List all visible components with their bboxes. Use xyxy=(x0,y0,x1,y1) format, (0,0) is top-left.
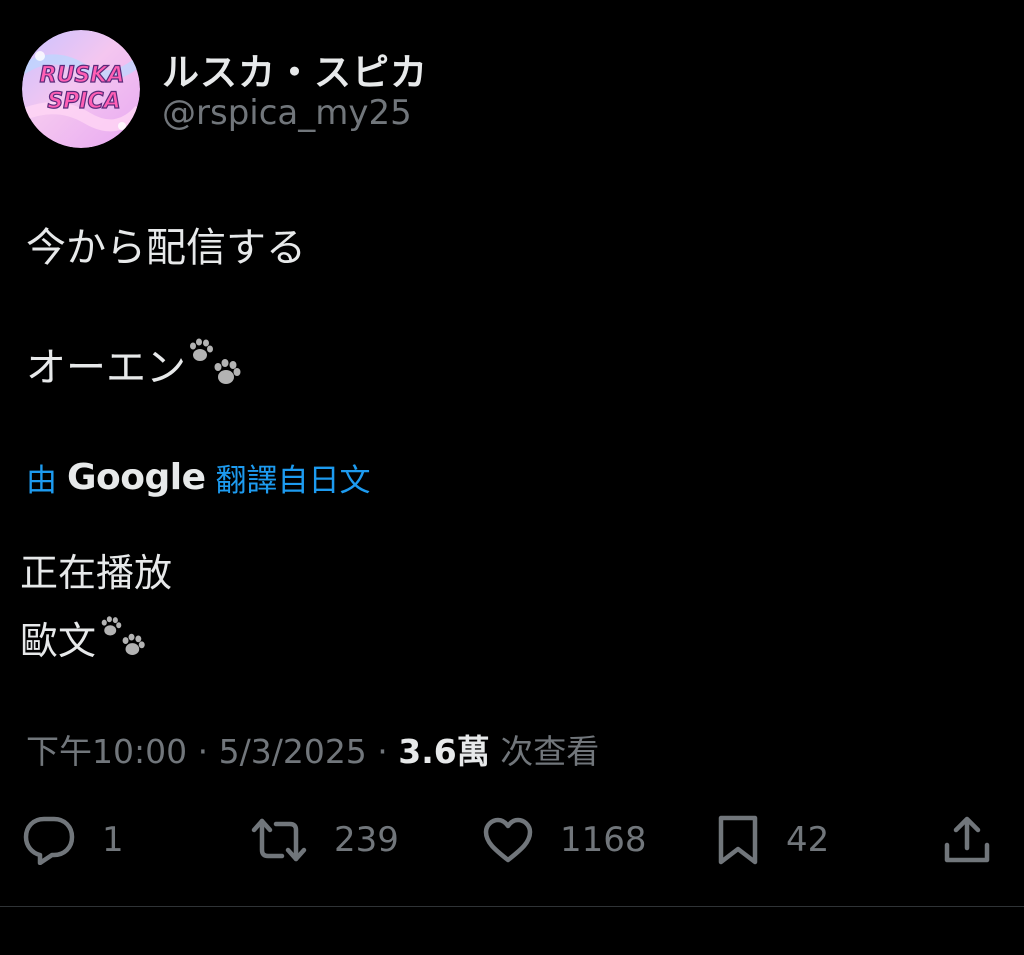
paw-prints-icon xyxy=(186,337,244,391)
views-count: 3.6萬 xyxy=(398,732,490,771)
meta-separator: · xyxy=(187,732,219,771)
avatar[interactable]: RUSKA SPICA xyxy=(22,30,140,148)
tweet-text-line-2-text: オーエン xyxy=(26,345,186,391)
action-bar: 1 239 1168 42 xyxy=(0,800,1024,880)
retweet-count: 239 xyxy=(334,820,399,860)
translated-text-line-2-text: 歐文 xyxy=(20,619,97,663)
translated-text-line-2: 歐文 xyxy=(20,610,150,665)
bookmark-count: 42 xyxy=(786,820,830,860)
paw-prints-icon xyxy=(96,615,150,661)
like-button[interactable]: 1168 xyxy=(482,800,647,880)
translation-prefix: 由 xyxy=(26,463,57,499)
reply-count: 1 xyxy=(102,820,124,860)
avatar-image: RUSKA SPICA xyxy=(22,30,140,148)
avatar-text-1: RUSKA xyxy=(40,63,125,88)
divider xyxy=(0,906,1024,907)
translation-suffix: 翻譯自日文 xyxy=(215,463,371,499)
share-button[interactable] xyxy=(942,800,992,880)
bookmark-icon xyxy=(718,815,758,865)
retweet-icon xyxy=(251,818,307,862)
reply-icon xyxy=(23,816,75,865)
bookmark-button[interactable]: 42 xyxy=(716,800,829,880)
retweet-button[interactable]: 239 xyxy=(250,800,399,880)
meta-separator: · xyxy=(366,732,399,771)
tweet-meta: 下午10:00 · 5/3/2025 · 3.6萬 次查看 xyxy=(26,725,599,773)
share-icon xyxy=(944,816,990,863)
tweet-time[interactable]: 下午10:00 xyxy=(26,725,187,773)
like-count: 1168 xyxy=(560,820,647,860)
google-logo: Google xyxy=(67,457,206,498)
translated-text-line-1: 正在播放 xyxy=(20,551,173,595)
avatar-text-2: SPICA xyxy=(47,89,120,114)
display-name[interactable]: ルスカ・スピカ xyxy=(162,42,428,96)
tweet-date[interactable]: 5/3/2025 xyxy=(219,732,367,771)
reply-button[interactable]: 1 xyxy=(22,800,124,880)
heart-icon xyxy=(483,817,533,863)
views-label: 次查看 xyxy=(489,732,600,771)
tweet-text-line-1: 今から配信する xyxy=(26,225,306,271)
user-handle[interactable]: @rspica_my25 xyxy=(162,93,412,133)
translation-attribution[interactable]: 由 Google 翻譯自日文 xyxy=(26,455,371,500)
tweet-text-line-2: オーエン xyxy=(26,335,244,393)
